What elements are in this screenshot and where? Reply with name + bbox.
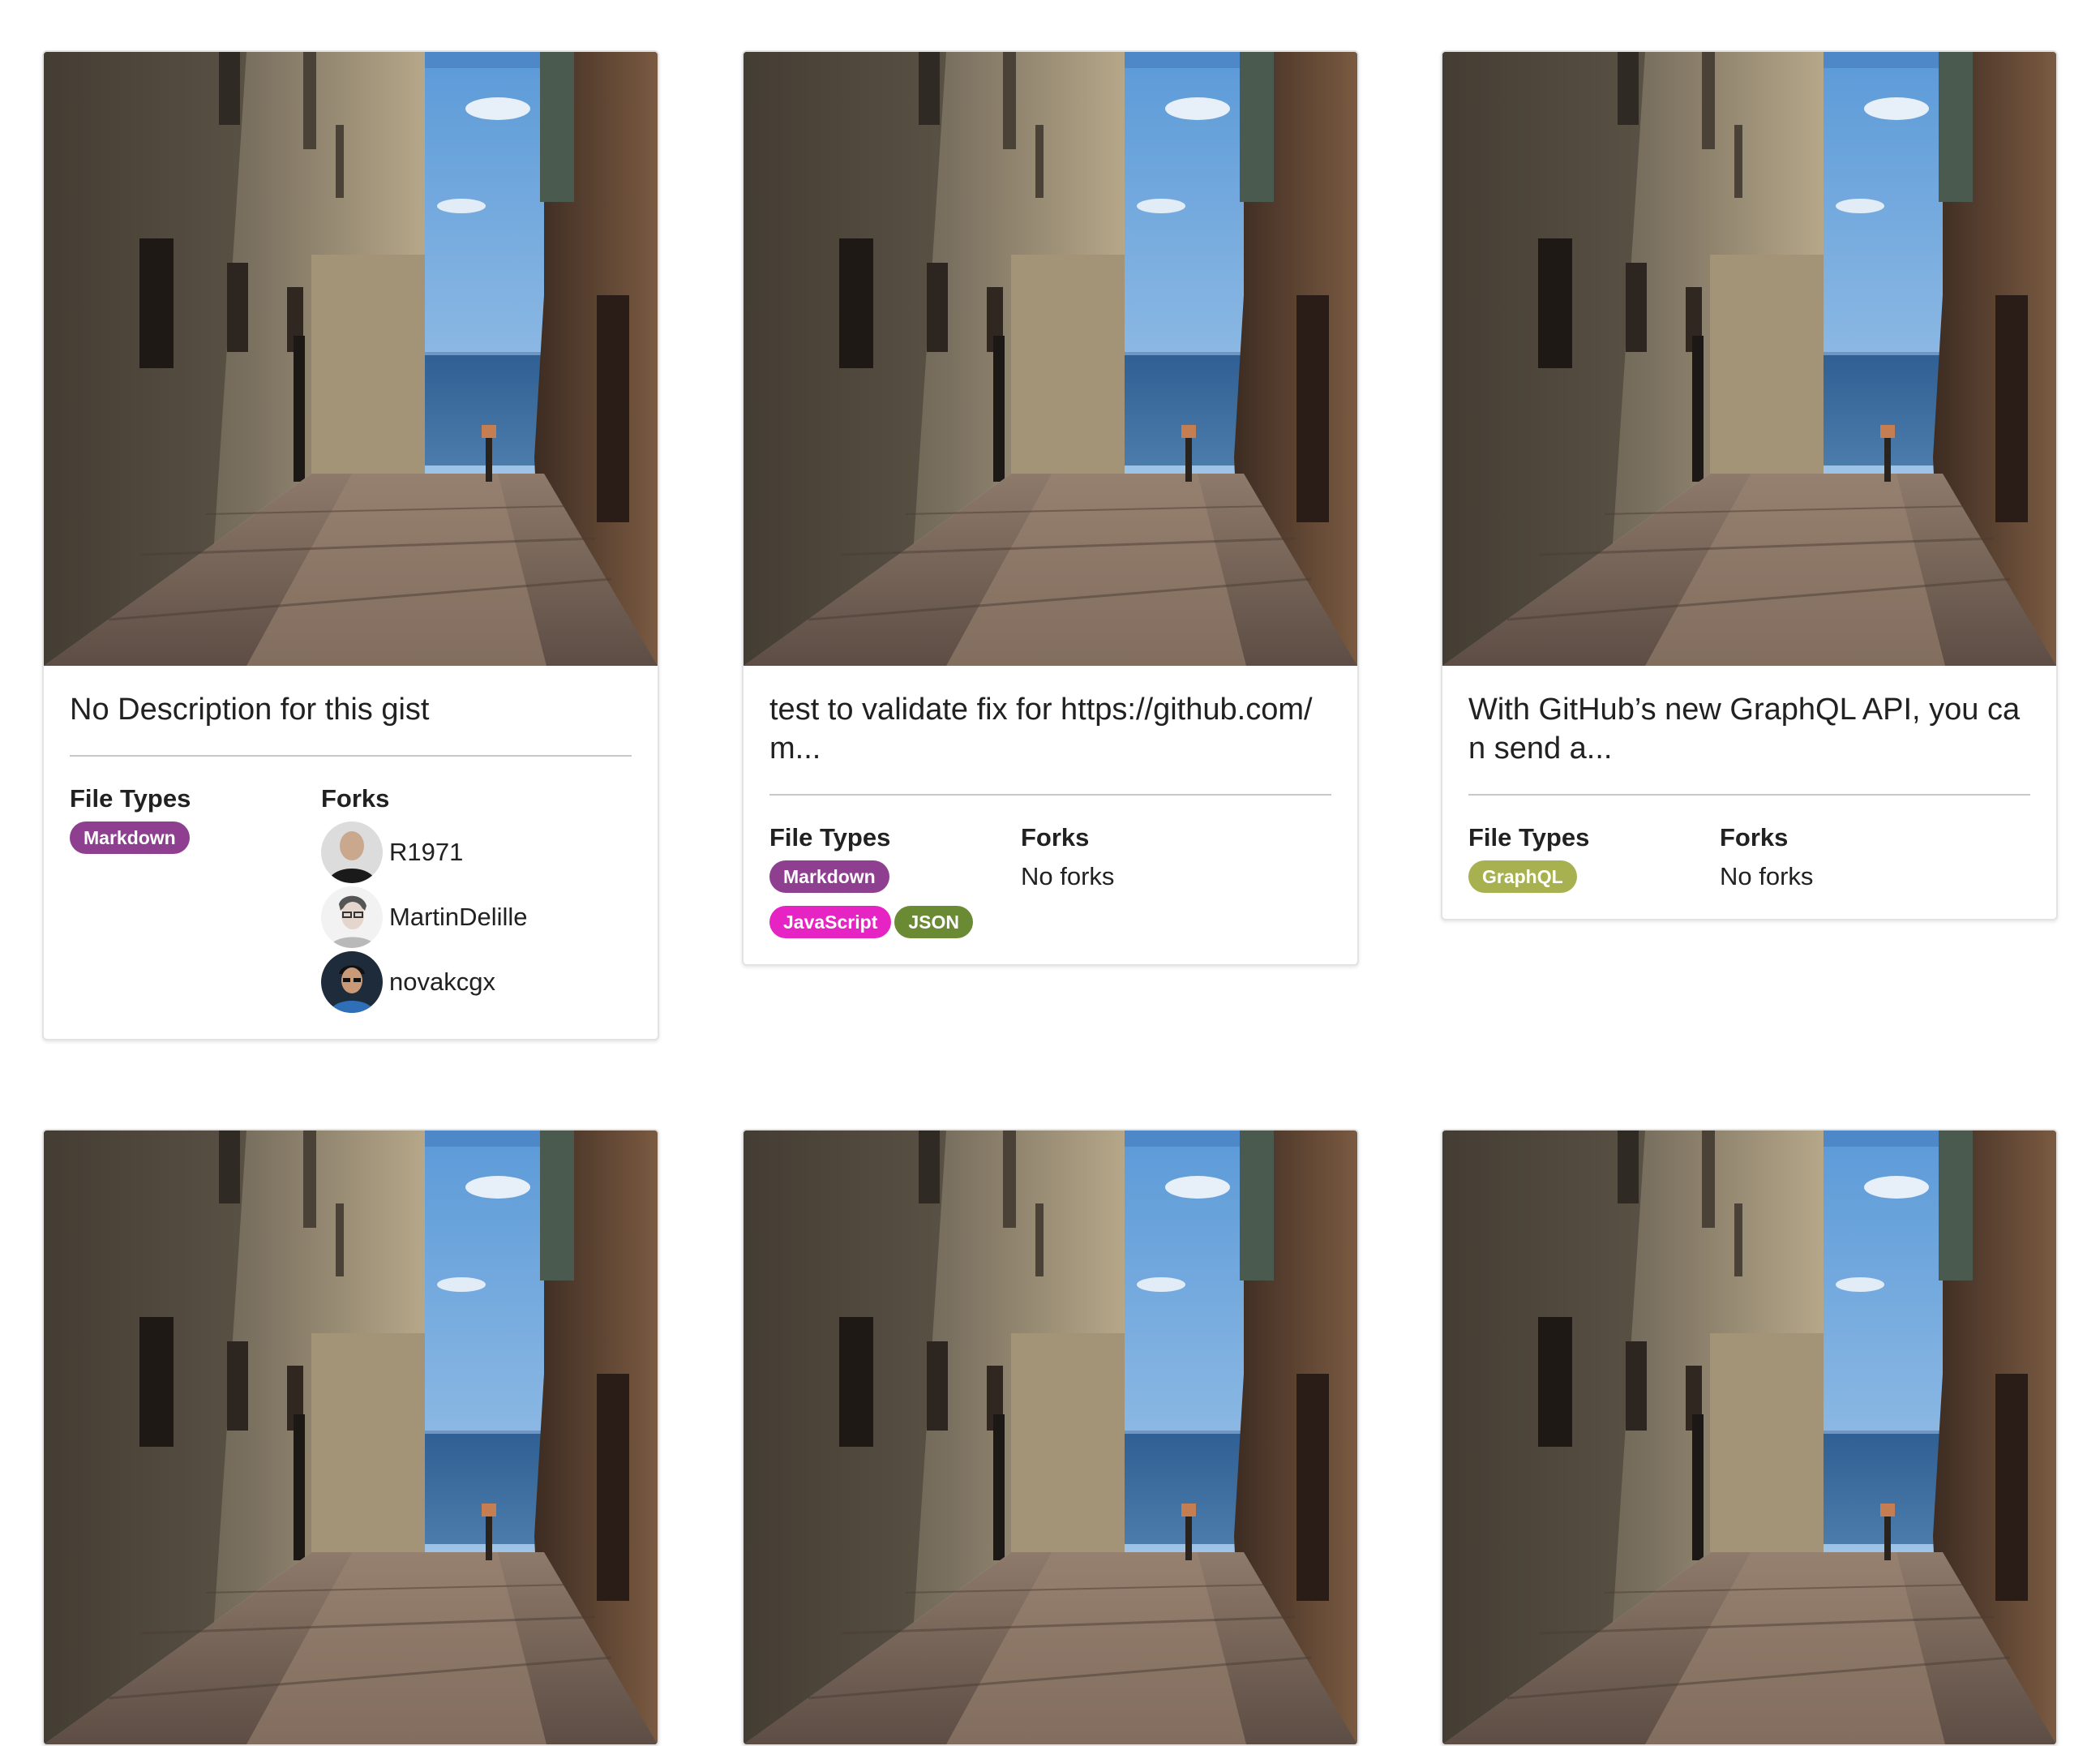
fork-item[interactable]: R1971 [321,822,632,883]
avatar [321,951,383,1013]
card-meta: File Types GraphQL Forks No forks [1468,822,2030,893]
file-types-section: File Types Markdown [70,783,321,1013]
card-body: No Description for this gist File Types … [44,666,658,1039]
file-type-tag[interactable]: Markdown [769,860,889,893]
gist-card[interactable]: test to validate fix for https://github.… [742,50,1359,966]
card-body: test to validate fix for https://github.… [744,666,1357,964]
gist-card[interactable] [1441,1129,2058,1746]
fork-item[interactable]: novakcgx [321,951,632,1013]
forks-heading: Forks [321,784,390,813]
file-type-tag[interactable]: JSON [894,906,973,938]
alley-sea-photo [44,52,658,666]
gist-title[interactable]: test to validate fix for https://github.… [769,690,1331,796]
gist-card[interactable]: With GitHub’s new GraphQL API, you can s… [1441,50,2058,920]
forks-heading: Forks [1720,823,1789,852]
file-type-tags: Markdown JavaScript JSON [769,860,1021,938]
no-forks-text: No forks [1720,862,1814,890]
card-meta: File Types Markdown JavaScript JSON Fork… [769,822,1331,938]
file-types-section: File Types GraphQL [1468,822,1720,893]
alley-sea-photo [1442,1130,2056,1744]
alley-sea-photo [1442,52,2056,666]
file-types-heading: File Types [70,784,191,813]
gist-card[interactable]: No Description for this gist File Types … [42,50,659,1040]
gist-card[interactable] [742,1129,1359,1746]
forks-section: Forks No forks [1021,822,1331,938]
forks-heading: Forks [1021,823,1090,852]
avatar [321,886,383,948]
fork-username: MartinDelille [389,903,528,931]
forks-section: Forks R1971 MartinDelille novakcgx [321,783,632,1013]
gist-card[interactable] [42,1129,659,1746]
fork-item[interactable]: MartinDelille [321,886,632,948]
fork-list: R1971 MartinDelille novakcgx [321,822,632,1013]
alley-sea-photo [744,1130,1357,1744]
alley-sea-photo [44,1130,658,1744]
fork-username: R1971 [389,838,464,866]
gist-title[interactable]: No Description for this gist [70,690,632,757]
gist-grid: No Description for this gist File Types … [0,0,2100,1746]
gist-title[interactable]: With GitHub’s new GraphQL API, you can s… [1468,690,2030,796]
file-type-tags: GraphQL [1468,860,1720,893]
forks-section: Forks No forks [1720,822,2030,893]
card-body: With GitHub’s new GraphQL API, you can s… [1442,666,2056,919]
file-type-tags: Markdown [70,822,321,854]
card-meta: File Types Markdown Forks R1971 MartinDe… [70,783,632,1013]
avatar [321,822,383,883]
alley-sea-photo [744,52,1357,666]
no-forks-text: No forks [1021,862,1115,890]
file-type-tag[interactable]: Markdown [70,822,190,854]
file-types-heading: File Types [1468,823,1590,852]
file-types-heading: File Types [769,823,891,852]
file-type-tag[interactable]: JavaScript [769,906,892,938]
file-types-section: File Types Markdown JavaScript JSON [769,822,1021,938]
file-type-tag[interactable]: GraphQL [1468,860,1577,893]
fork-username: novakcgx [389,967,495,996]
